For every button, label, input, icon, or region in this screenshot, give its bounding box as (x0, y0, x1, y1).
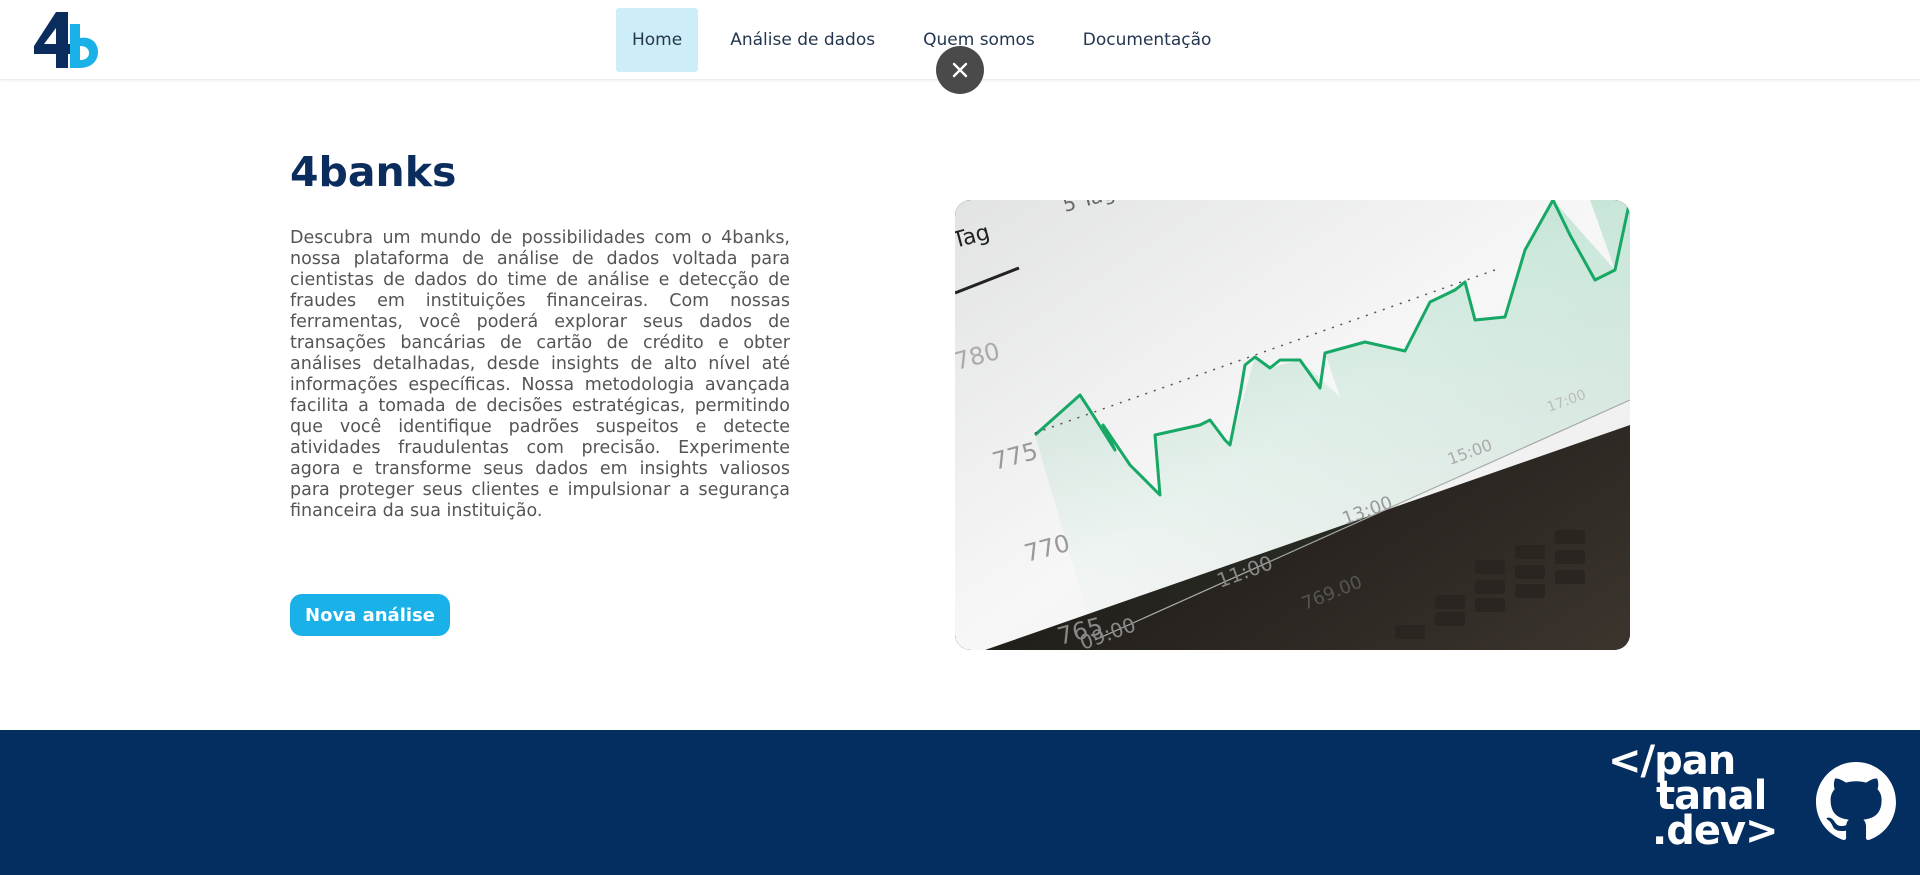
page-title: 4banks (290, 148, 457, 196)
brand-logo[interactable] (32, 10, 98, 70)
close-button[interactable] (936, 46, 984, 94)
chart-photo-graphic: Tag 5 Tag 780 775 770 765 09:00 11:00 13… (955, 200, 1630, 650)
nav-analise-de-dados[interactable]: Análise de dados (714, 8, 891, 72)
close-icon (952, 62, 968, 78)
main-nav: Home Análise de dados Quem somos Documen… (616, 8, 1243, 72)
hero-chart-photo: Tag 5 Tag 780 775 770 765 09:00 11:00 13… (955, 200, 1630, 650)
pantanal-dev-logo[interactable]: </pan tanal .dev> (1608, 741, 1779, 854)
intro-paragraph: Descubra um mundo de possibilidades com … (290, 228, 790, 521)
github-icon[interactable] (1816, 762, 1896, 842)
new-analysis-button[interactable]: Nova análise (290, 594, 450, 636)
pantanal-logo-line-3: .dev> (1652, 808, 1779, 854)
nav-documentacao[interactable]: Documentação (1067, 8, 1228, 72)
nav-home[interactable]: Home (616, 8, 699, 72)
